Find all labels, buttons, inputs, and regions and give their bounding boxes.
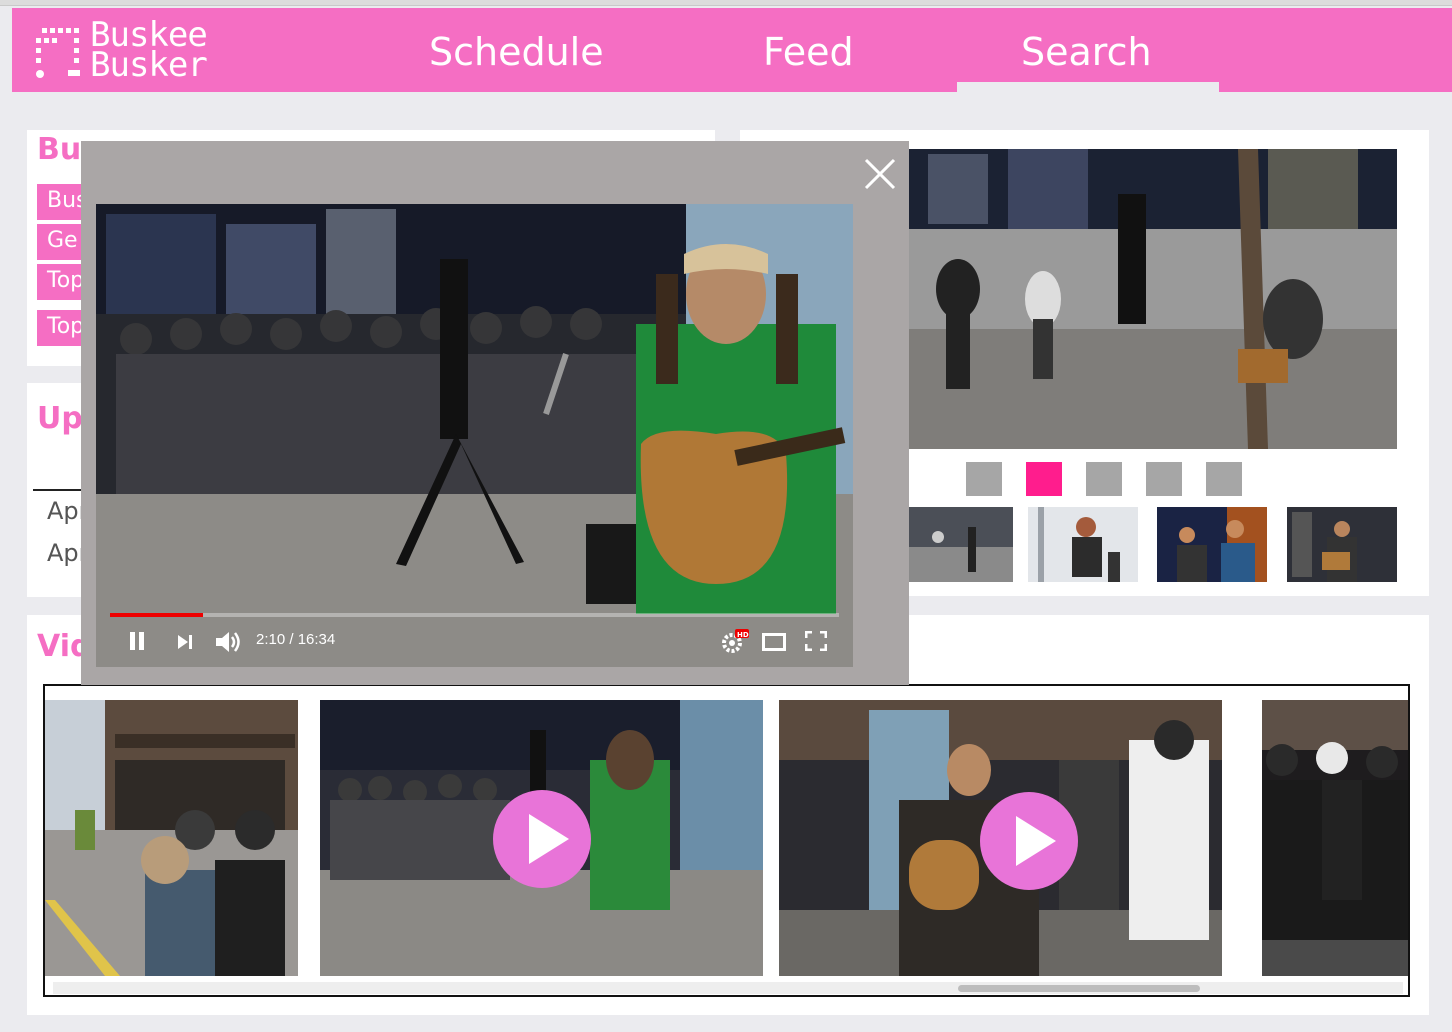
carousel-dot-4[interactable]	[1146, 462, 1182, 496]
player-controls: 2:10 / 16:34 HD	[96, 613, 853, 667]
browser-top-edge	[0, 0, 1452, 6]
close-icon[interactable]	[862, 156, 898, 192]
horizontal-scrollbar[interactable]	[53, 982, 1403, 994]
play-icon	[1016, 816, 1056, 866]
play-button[interactable]	[493, 790, 591, 888]
scrollbar-thumb[interactable]	[958, 985, 1200, 992]
gallery-thumb-1[interactable]	[908, 507, 1013, 582]
logo[interactable]: Buskee Busker	[34, 18, 274, 85]
carousel-dot-5[interactable]	[1206, 462, 1242, 496]
video-thumb-4[interactable]	[1262, 700, 1408, 976]
gallery-thumb-4[interactable]	[1287, 507, 1397, 582]
fullscreen-icon[interactable]	[805, 631, 827, 651]
video-thumb-2[interactable]	[320, 700, 763, 976]
nav-search[interactable]: Search	[1021, 30, 1152, 74]
volume-icon[interactable]	[214, 629, 242, 655]
video-thumbnail-strip[interactable]	[43, 684, 1410, 997]
logo-line-2: Busker	[90, 45, 208, 85]
video-thumb-1[interactable]	[45, 700, 298, 976]
active-tab-indicator	[957, 82, 1219, 92]
nav-feed[interactable]: Feed	[763, 30, 854, 74]
logo-mark-icon	[36, 28, 80, 78]
gallery-thumb-2[interactable]	[1028, 507, 1138, 582]
progress-bar[interactable]	[110, 613, 839, 617]
video-player[interactable]: 2:10 / 16:34 HD	[96, 204, 853, 667]
gallery-main-photo[interactable]	[908, 149, 1397, 449]
play-icon	[529, 814, 569, 864]
next-icon[interactable]	[176, 633, 194, 651]
top-navigation: Buskee Busker Schedule Feed Search	[12, 8, 1452, 92]
logo-text: Buskee Busker	[90, 18, 208, 85]
playback-time: 2:10 / 16:34	[256, 631, 336, 648]
gallery-thumb-3[interactable]	[1157, 507, 1267, 582]
street-photo-icon	[908, 149, 1397, 449]
nav-schedule[interactable]: Schedule	[429, 30, 604, 74]
video-frame	[96, 204, 853, 667]
carousel-dot-2-active[interactable]	[1026, 462, 1062, 496]
carousel-dot-3[interactable]	[1086, 462, 1122, 496]
video-thumb-3[interactable]	[779, 700, 1222, 976]
progress-fill	[110, 613, 204, 617]
svg-text:HD: HD	[737, 631, 749, 639]
pause-icon[interactable]	[128, 631, 146, 651]
theater-icon[interactable]	[762, 633, 786, 651]
settings-hd-icon[interactable]: HD	[720, 627, 750, 655]
play-button[interactable]	[980, 792, 1078, 890]
carousel-dot-1[interactable]	[966, 462, 1002, 496]
